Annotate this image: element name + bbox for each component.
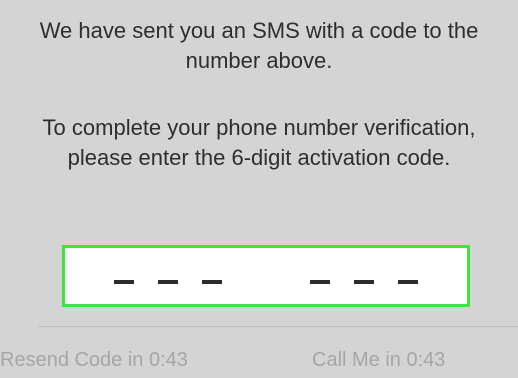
divider: [38, 326, 518, 327]
verification-screen: We have sent you an SMS with a code to t…: [0, 0, 518, 378]
code-digit-slot: -: [202, 280, 222, 284]
code-group-first: - - -: [102, 274, 234, 284]
code-digit-slot: -: [354, 280, 374, 284]
code-digit-slot: -: [398, 280, 418, 284]
resend-code-button[interactable]: Resend Code in 0:43: [0, 346, 188, 374]
verification-instructions: To complete your phone number verificati…: [42, 115, 476, 170]
sms-sent-message: We have sent you an SMS with a code to t…: [39, 18, 479, 73]
code-digit-slot: -: [158, 280, 178, 284]
call-me-button[interactable]: Call Me in 0:43: [312, 346, 445, 374]
activation-code-input[interactable]: - - - - - -: [62, 245, 470, 307]
code-group-second: - - -: [298, 274, 430, 284]
code-digit-slot: -: [310, 280, 330, 284]
code-digit-slot: -: [114, 280, 134, 284]
